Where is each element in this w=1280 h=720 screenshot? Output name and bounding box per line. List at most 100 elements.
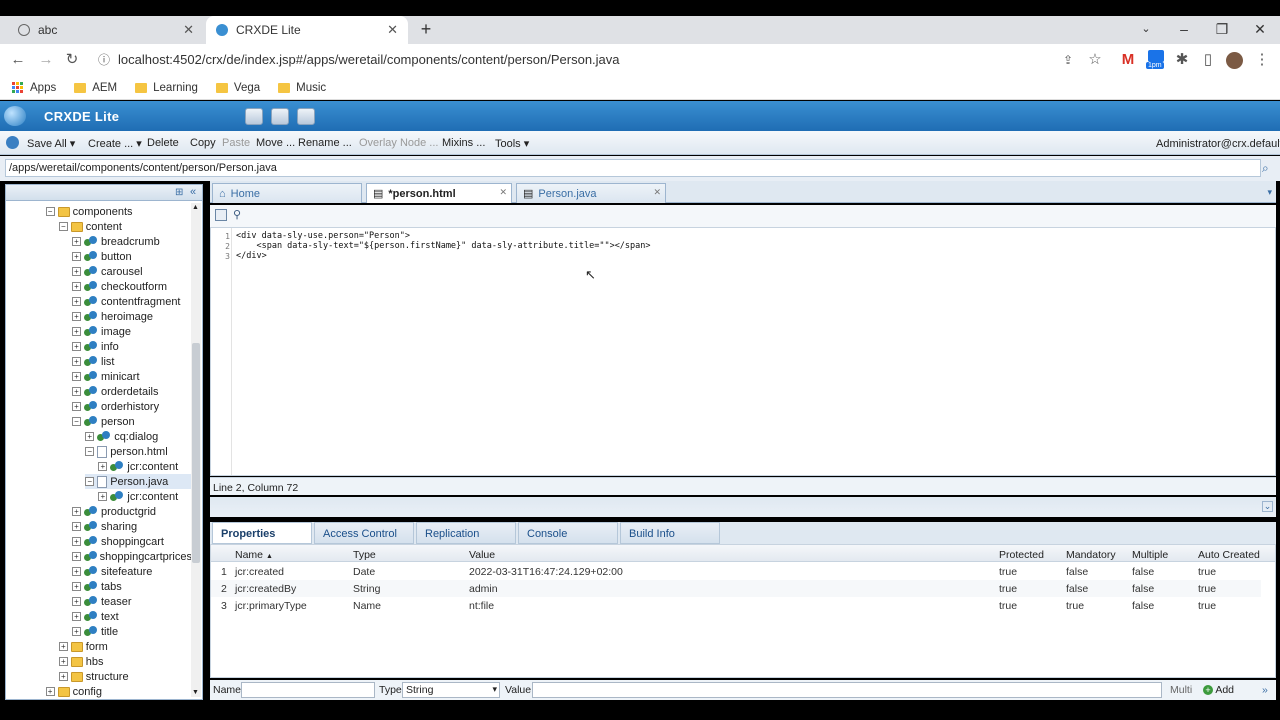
close-tab-icon[interactable]: ✕ xyxy=(387,22,398,38)
share-icon[interactable]: ⇪ xyxy=(1058,50,1078,70)
add-button[interactable]: + Add xyxy=(1203,684,1234,696)
tree-node[interactable]: + teaser xyxy=(72,594,192,609)
sidepanel-icon[interactable]: ▯ xyxy=(1198,50,1218,70)
expand-icon[interactable]: + xyxy=(72,567,81,576)
tree-node[interactable]: + heroimage xyxy=(72,309,192,324)
delete-button[interactable]: Delete xyxy=(147,137,179,149)
column-header[interactable]: Multiple xyxy=(1132,549,1168,561)
more-icon[interactable]: » xyxy=(1262,684,1268,696)
user-menu[interactable]: Administrator@crx.default ▾ xyxy=(1156,137,1280,150)
tree-node[interactable]: − person xyxy=(72,414,192,429)
close-tab-icon[interactable]: ✕ xyxy=(653,187,661,198)
scroll-up-icon[interactable]: ▲ xyxy=(192,204,199,211)
expand-icon[interactable]: + xyxy=(72,267,81,276)
tabs-menu-icon[interactable]: ▾ xyxy=(1267,187,1272,198)
package-icon[interactable] xyxy=(271,108,289,125)
tab-console[interactable]: Console xyxy=(518,522,618,544)
minimize-icon[interactable]: – xyxy=(1166,16,1202,44)
property-name-input[interactable] xyxy=(241,682,375,698)
tree-scroll-thumb[interactable] xyxy=(192,343,200,563)
find-icon[interactable]: ⚲ xyxy=(233,208,241,221)
tree-node[interactable]: + orderdetails xyxy=(72,384,192,399)
menu-icon[interactable]: ⋮ xyxy=(1252,50,1272,70)
table-row[interactable]: 1 jcr:created Date 2022-03-31T16:47:24.129+… xyxy=(211,563,1261,580)
extensions-icon[interactable]: ✱ xyxy=(1172,50,1192,70)
tree-node[interactable]: + productgrid xyxy=(72,504,192,519)
tree-node[interactable]: + tabs xyxy=(72,579,192,594)
expand-icon[interactable]: + xyxy=(45,687,55,696)
expand-icon[interactable]: + xyxy=(72,327,81,336)
star-icon[interactable]: ☆ xyxy=(1085,50,1105,70)
overlay-node-button[interactable]: Overlay Node ... xyxy=(359,137,438,149)
bookmark-vega[interactable]: Vega xyxy=(215,82,260,94)
expand-icon[interactable]: + xyxy=(58,672,68,681)
tools-button[interactable]: Tools ▾ xyxy=(495,137,529,150)
copy-button[interactable]: Copy xyxy=(190,137,216,149)
bookmark-aem[interactable]: AEM xyxy=(74,82,117,94)
collapse-icon[interactable]: − xyxy=(72,417,81,426)
tab-properties[interactable]: Properties xyxy=(212,522,312,544)
path-input[interactable]: /apps/weretail/components/content/person… xyxy=(5,159,1261,177)
tree-node[interactable]: + shoppingcart xyxy=(72,534,192,549)
collapse-icon[interactable]: − xyxy=(85,447,95,456)
tree-filter-icon[interactable]: ⊞ xyxy=(175,187,183,198)
multi-checkbox-label[interactable]: Multi xyxy=(1170,684,1192,696)
column-header[interactable]: Mandatory xyxy=(1066,549,1116,561)
expand-icon[interactable]: + xyxy=(58,642,68,651)
close-tab-icon[interactable]: ✕ xyxy=(183,22,194,38)
tree-scrollbar[interactable]: ▲ ▼ xyxy=(191,203,201,697)
expand-icon[interactable]: + xyxy=(98,492,108,501)
tree-node[interactable]: + jcr:content xyxy=(98,489,192,504)
calendar-icon[interactable]: 1pm xyxy=(1146,50,1166,70)
rename-button[interactable]: Rename ... xyxy=(298,137,352,149)
forward-icon[interactable]: → xyxy=(36,50,56,70)
expand-icon[interactable]: + xyxy=(72,387,81,396)
tree-node[interactable]: + contentfragment xyxy=(72,294,192,309)
expand-icon[interactable]: ⌄ xyxy=(1262,501,1273,512)
expand-icon[interactable]: + xyxy=(72,342,81,351)
property-value-input[interactable] xyxy=(532,682,1162,698)
back-icon[interactable]: ← xyxy=(8,50,28,70)
url-field[interactable]: localhost:4502/crx/de/index.jsp#/apps/we… xyxy=(118,52,620,67)
save-all-button[interactable]: Save All ▾ xyxy=(27,137,75,150)
gmail-icon[interactable]: M xyxy=(1118,50,1138,70)
expand-icon[interactable]: + xyxy=(58,657,68,666)
tree-node[interactable]: + text xyxy=(72,609,192,624)
tab-access-control[interactable]: Access Control xyxy=(314,522,414,544)
bookmark-learning[interactable]: Learning xyxy=(135,82,198,94)
expand-icon[interactable]: + xyxy=(72,552,81,561)
paste-button[interactable]: Paste xyxy=(222,137,250,149)
refresh-icon[interactable] xyxy=(6,136,19,149)
bookmark-apps[interactable]: Apps xyxy=(12,81,56,94)
reload-icon[interactable]: ↻ xyxy=(62,50,82,70)
tree-node[interactable]: + hbs xyxy=(58,654,192,669)
tree-node[interactable]: + sharing xyxy=(72,519,192,534)
collapse-panel-icon[interactable]: « xyxy=(190,186,196,198)
tree-node[interactable]: + button xyxy=(72,249,192,264)
tree-node[interactable]: + title xyxy=(72,624,192,639)
expand-icon[interactable]: + xyxy=(72,372,81,381)
tab-build-info[interactable]: Build Info xyxy=(620,522,720,544)
tab-home[interactable]: ⌂ Home xyxy=(212,183,362,203)
expand-icon[interactable]: + xyxy=(72,297,81,306)
collapse-icon[interactable]: − xyxy=(45,207,55,216)
close-tab-icon[interactable]: ✕ xyxy=(499,187,507,198)
create-button[interactable]: Create ... ▾ xyxy=(88,137,142,150)
tools-icon[interactable] xyxy=(245,108,263,125)
browser-tab-active[interactable]: CRXDE Lite ✕ xyxy=(206,16,408,44)
expand-icon[interactable]: + xyxy=(85,432,95,441)
tree-node[interactable]: + info xyxy=(72,339,192,354)
tree-node[interactable]: − person.html xyxy=(85,444,192,459)
tree-node[interactable]: + config xyxy=(45,684,192,699)
expand-icon[interactable]: + xyxy=(72,627,81,636)
new-tab-icon[interactable]: + xyxy=(408,16,444,44)
expand-icon[interactable]: + xyxy=(72,597,81,606)
tab-replication[interactable]: Replication xyxy=(416,522,516,544)
tree-node[interactable]: − content xyxy=(58,219,192,234)
code-line[interactable]: </div> xyxy=(236,251,267,261)
tab-search-icon[interactable]: ⌄ xyxy=(1128,16,1164,44)
browser-tab[interactable]: abc ✕ xyxy=(8,16,204,44)
expand-icon[interactable]: + xyxy=(72,612,81,621)
tree-node[interactable]: + jcr:content xyxy=(98,459,192,474)
expand-icon[interactable]: + xyxy=(72,507,81,516)
